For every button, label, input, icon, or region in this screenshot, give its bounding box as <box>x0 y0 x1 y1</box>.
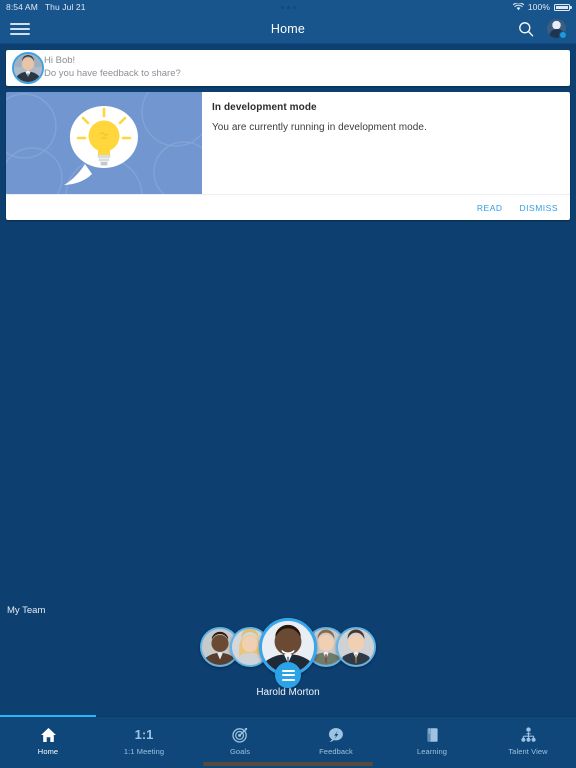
tab-label: Home <box>37 747 59 756</box>
dismiss-button[interactable]: DISMISS <box>520 203 558 213</box>
avatar-photo <box>14 54 42 82</box>
notification-title: In development mode <box>212 102 317 113</box>
list-menu-badge-icon[interactable] <box>275 662 301 688</box>
hamburger-menu-icon[interactable] <box>10 22 30 36</box>
badge-line-3 <box>281 678 295 681</box>
top-navigation-bar: Home <box>0 14 576 44</box>
battery-percent: 100% <box>527 2 550 12</box>
notification-text: In development mode You are currently ru… <box>202 92 570 194</box>
dot-1 <box>280 5 284 9</box>
notification-actions: READ DISMISS <box>6 194 570 220</box>
tab-talent-view[interactable]: Talent View <box>480 717 576 768</box>
status-time: 8:54 AM <box>6 2 38 12</box>
my-team-label: My Team <box>7 605 46 616</box>
tab-label: Goals <box>229 747 251 756</box>
badge-lines <box>281 669 295 681</box>
tab-label: 1:1 Meeting <box>123 747 165 756</box>
greeting-line-1: Hi Bob! <box>44 55 76 67</box>
search-icon[interactable] <box>516 19 536 39</box>
bottom-tab-bar: Home 1:1 1:1 Meeting Goals Feedback Lear… <box>0 715 576 768</box>
hamburger-line-1 <box>10 22 30 25</box>
target-goal-icon <box>232 726 248 743</box>
notification-description: You are currently running in development… <box>212 122 427 133</box>
active-tab-indicator <box>0 715 96 717</box>
status-bar-right: 100% <box>512 2 572 12</box>
status-bar: 8:54 AM Thu Jul 21 100% <box>0 0 576 14</box>
greeting-card[interactable]: Hi Bob! Do you have feedback to share? <box>6 50 570 86</box>
greeting-line-2: Do you have feedback to share? <box>44 68 181 79</box>
status-bar-left: 8:54 AM Thu Jul 21 <box>6 2 86 12</box>
greeting-text: Hi Bob! Do you have feedback to share? <box>44 55 181 81</box>
app-root: 8:54 AM Thu Jul 21 100% Home Hi Bob! Do … <box>0 0 576 768</box>
tab-feedback[interactable]: Feedback <box>288 717 384 768</box>
avatar <box>12 52 44 84</box>
feedback-speech-icon <box>328 726 344 743</box>
team-member-avatar[interactable] <box>336 627 376 667</box>
tab-learning[interactable]: Learning <box>384 717 480 768</box>
hamburger-line-2 <box>10 27 30 30</box>
tab-label: Talent View <box>508 747 548 756</box>
team-avatar-row <box>200 618 376 688</box>
notification-content: In development mode You are currently ru… <box>6 92 570 194</box>
tab-label: Learning <box>417 747 447 756</box>
book-learning-icon <box>425 726 440 743</box>
dot-3 <box>292 5 296 9</box>
home-indicator-bar <box>203 762 373 766</box>
notification-card: In development mode You are currently ru… <box>6 92 570 220</box>
profile-avatar-icon[interactable] <box>547 19 567 39</box>
one-one-glyph: 1:1 <box>134 727 154 742</box>
hamburger-line-3 <box>10 32 30 35</box>
battery-full-icon <box>554 3 572 11</box>
selected-team-member-name: Harold Morton <box>256 687 320 698</box>
notification-badge-dot <box>559 31 567 39</box>
nav-actions <box>516 19 567 39</box>
status-date: Thu Jul 21 <box>44 2 86 12</box>
page-title: Home <box>270 21 306 36</box>
one-on-one-icon: 1:1 <box>135 726 154 743</box>
tab-home[interactable]: Home <box>0 717 96 768</box>
dot-2 <box>286 5 290 9</box>
tab-one-on-one-meeting[interactable]: 1:1 1:1 Meeting <box>96 717 192 768</box>
my-team-carousel: Harold Morton <box>0 618 576 698</box>
tab-goals[interactable]: Goals <box>192 717 288 768</box>
multitask-dots <box>0 5 576 9</box>
tab-label: Feedback <box>319 747 353 756</box>
badge-line-1 <box>281 669 295 672</box>
read-button[interactable]: READ <box>477 203 503 213</box>
wifi-icon <box>512 3 524 11</box>
badge-line-2 <box>281 674 295 676</box>
org-chart-icon <box>520 726 537 743</box>
home-icon <box>40 726 57 743</box>
lightbulb-speech-bubble-illustration <box>6 92 202 194</box>
